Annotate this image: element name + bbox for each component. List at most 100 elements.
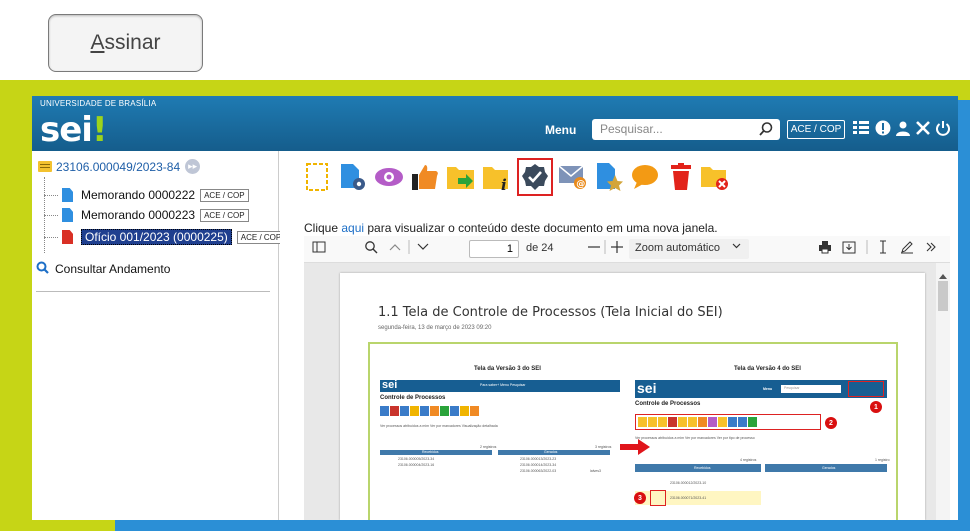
view-icon[interactable] — [372, 159, 406, 195]
delete-icon[interactable] — [664, 159, 698, 195]
user-icon[interactable] — [894, 119, 912, 137]
grid-menu-icon[interactable] — [852, 119, 870, 137]
v4-filters: Ver processos atribuídos a mim Ver por m… — [635, 436, 755, 440]
tree-connector — [44, 214, 58, 216]
sign-document-icon[interactable] — [517, 158, 553, 196]
send-process-icon[interactable] — [444, 159, 478, 195]
open-new-window-link[interactable]: aqui — [341, 221, 364, 235]
v4-row: 23106.000071/2023-41 — [670, 496, 707, 500]
divider — [604, 240, 606, 257]
document-icon — [62, 208, 73, 222]
next-page-icon[interactable] — [416, 240, 430, 257]
text-cursor-icon[interactable] — [876, 240, 890, 257]
v3-col-gerados: Gerados — [544, 450, 558, 454]
assinar-button[interactable]: Assinar — [48, 14, 203, 72]
process-settings-icon[interactable] — [336, 159, 370, 195]
consultar-label[interactable]: Consultar Andamento — [55, 262, 170, 276]
menu-link[interactable]: Menu — [545, 123, 576, 137]
zoom-out-icon[interactable] — [587, 240, 601, 257]
previous-page-icon[interactable] — [388, 240, 402, 257]
more-tools-icon[interactable] — [924, 240, 938, 257]
callout-box-1 — [848, 381, 884, 397]
cancel-icon[interactable] — [698, 159, 732, 195]
tree-item-memorando-222[interactable]: Memorando 0000222 ACE / COP — [44, 188, 249, 202]
scrollbar[interactable] — [936, 263, 950, 520]
v3-row: 23106.000005/2023-34 — [398, 457, 435, 461]
page-number-input[interactable]: 1 — [469, 240, 519, 258]
unit-selector[interactable]: ACE / COP — [787, 120, 845, 139]
pdf-icon — [62, 230, 73, 244]
screenshot: Assinar UNIVERSIDADE DE BRASÍLIA sei! Me… — [0, 0, 970, 531]
process-info-icon[interactable]: i — [480, 159, 514, 195]
process-folder-icon — [38, 161, 52, 172]
tree-item-label-selected[interactable]: Ofício 001/2023 (0000225) — [81, 229, 232, 245]
divider — [36, 291, 270, 292]
v3-row: 23106.000004/2023-16 — [398, 463, 435, 467]
new-document-icon[interactable] — [300, 159, 334, 195]
v4-count-a: 4 registros — [740, 458, 757, 462]
alert-icon[interactable] — [874, 119, 892, 137]
tree-process-node[interactable]: 23106.000049/2023-84 ▸▸ — [38, 159, 201, 174]
send-email-icon[interactable]: @ — [556, 159, 590, 195]
unit-tag: ACE / COP — [236, 230, 286, 244]
tools-icon[interactable] — [914, 119, 932, 137]
callout-number-2: 2 — [825, 417, 837, 429]
v3-row: 23106.000013/2023-23 — [520, 457, 557, 461]
scrollbar-thumb[interactable] — [938, 281, 948, 311]
consultar-andamento-link[interactable]: Consultar Andamento — [36, 261, 170, 277]
search-icon[interactable] — [758, 121, 774, 137]
v3-header: sei Para saber+ Menu Pesquisar — [380, 379, 620, 392]
document-date: segunda-feira, 13 de março de 2023 09:20 — [378, 325, 492, 331]
comment-icon[interactable] — [628, 159, 662, 195]
sei-logo-text: sei — [40, 110, 93, 150]
download-icon[interactable] — [842, 240, 856, 257]
arrow-icon — [620, 439, 650, 460]
find-icon[interactable] — [364, 240, 378, 257]
tree-item-label[interactable]: Memorando 0000223 — [81, 208, 195, 222]
v4-search: Pesquisar — [781, 385, 841, 393]
v4-logo: sei — [637, 380, 657, 396]
v4-search-text: Pesquisar — [784, 386, 800, 390]
v3-menu: Para saber+ Menu Pesquisar — [480, 383, 526, 387]
tree-item-oficio-selected[interactable]: Ofício 001/2023 (0000225) ACE / COP — [44, 229, 286, 245]
process-number[interactable]: 23106.000049/2023-84 — [56, 160, 180, 174]
v4-col-recebidos: Recebidos — [694, 466, 711, 470]
v3-toolbar — [380, 406, 479, 416]
v3-col-recebidos: Recebidos — [422, 450, 439, 454]
process-tree: 23106.000049/2023-84 ▸▸ Memorando 000022… — [32, 151, 286, 520]
pdf-toolbar: 1 de 24 Zoom automático — [304, 236, 950, 263]
assinar-label-accesskey: A — [90, 31, 105, 54]
v3-filters: Ver processos atribuídos a mim Ver por m… — [380, 424, 498, 428]
print-icon[interactable] — [818, 240, 832, 257]
zoom-value: Zoom automático — [635, 242, 720, 254]
v4-toolbar — [638, 417, 757, 427]
search-input[interactable]: Pesquisar... — [592, 119, 780, 140]
tree-item-memorando-223[interactable]: Memorando 0000223 ACE / COP — [44, 208, 249, 222]
v3-row: 23106.000014/2023-34 — [520, 463, 557, 467]
like-icon[interactable] — [408, 159, 442, 195]
zoom-select[interactable]: Zoom automático — [629, 239, 749, 259]
sidebar-toggle-icon[interactable] — [312, 240, 326, 257]
tree-item-label[interactable]: Memorando 0000222 — [81, 188, 195, 202]
open-new-window-hint: Clique aqui para visualizar o conteúdo d… — [304, 221, 718, 235]
v4-menu: Menu — [763, 387, 773, 391]
v4-row: 23106.000012/2023-10 — [670, 481, 707, 485]
divider — [866, 240, 868, 257]
expand-arrow-icon[interactable]: ▸▸ — [185, 159, 201, 174]
sei-logo[interactable]: sei! — [40, 110, 107, 150]
document-icon — [62, 188, 73, 202]
logout-power-icon[interactable] — [934, 119, 952, 137]
v3-user: lalves3 — [590, 469, 601, 473]
pdf-viewer: 1 de 24 Zoom automático 1.1 Tela de Cont… — [304, 236, 950, 520]
document-heading: 1.1 Tela de Controle de Processos (Tela … — [378, 305, 723, 320]
bookmark-icon[interactable] — [592, 159, 626, 195]
v4-heading: Controle de Processos — [635, 401, 701, 407]
document-toolbar: i @ — [280, 158, 958, 204]
draw-pen-icon[interactable] — [900, 240, 914, 257]
tree-connector — [44, 194, 58, 196]
zoom-in-icon[interactable] — [610, 240, 624, 257]
sei-header: UNIVERSIDADE DE BRASÍLIA sei! Menu Pesqu… — [32, 96, 958, 151]
right-caption: Tela da Versão 4 do SEI — [734, 366, 801, 372]
v4-count-b: 1 registro — [875, 458, 890, 462]
pdf-page: 1.1 Tela de Controle de Processos (Tela … — [340, 273, 925, 520]
